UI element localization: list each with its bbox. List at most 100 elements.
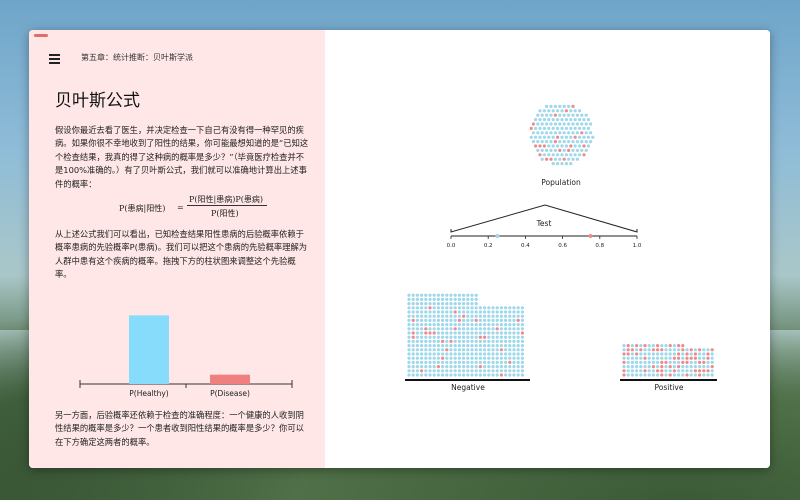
result-dot — [432, 344, 436, 348]
result-dot — [436, 331, 440, 335]
result-dot — [508, 365, 512, 369]
prior-bar-phealthy[interactable] — [129, 315, 169, 384]
result-dot — [466, 293, 470, 297]
result-dot — [672, 360, 676, 364]
result-dot — [420, 360, 424, 364]
population-dot — [571, 122, 575, 126]
menu-icon[interactable] — [49, 54, 60, 64]
result-dot — [466, 327, 470, 331]
prior-bar-pdisease[interactable] — [210, 374, 250, 384]
result-dot — [630, 373, 634, 377]
result-dot — [436, 335, 440, 339]
result-dot — [639, 344, 643, 348]
result-dot — [656, 373, 660, 377]
result-dot — [516, 339, 520, 343]
result-dot — [512, 323, 516, 327]
result-dot — [424, 302, 428, 306]
population-dot — [551, 144, 555, 148]
result-dot — [478, 327, 482, 331]
result-dot — [457, 369, 461, 373]
result-dot — [483, 331, 487, 335]
result-dot — [504, 365, 508, 369]
result-dot — [407, 369, 411, 373]
result-dot — [453, 327, 457, 331]
prior-bar-chart[interactable]: P(Healthy) P(Disease) — [76, 298, 296, 398]
specificity-handle[interactable] — [495, 234, 500, 238]
result-dot — [677, 360, 681, 364]
result-dot — [651, 365, 655, 369]
result-dot — [411, 327, 415, 331]
result-dot — [491, 352, 495, 356]
result-dot — [407, 323, 411, 327]
result-dot — [415, 348, 419, 352]
result-dot — [622, 369, 626, 373]
result-dot — [478, 356, 482, 360]
result-dot — [487, 373, 491, 377]
result-dot — [710, 369, 714, 373]
population-dot — [556, 162, 560, 166]
formula-lhs: P(患病|阳性) — [119, 204, 166, 213]
result-dot — [656, 360, 660, 364]
population-dot — [547, 109, 551, 113]
result-dot — [428, 365, 432, 369]
result-dot — [504, 318, 508, 322]
result-dot — [470, 373, 474, 377]
result-dot — [415, 302, 419, 306]
result-dot — [516, 373, 520, 377]
result-dot — [702, 348, 706, 352]
result-dot — [457, 318, 461, 322]
result-dot — [415, 352, 419, 356]
result-dot — [483, 310, 487, 314]
result-dot — [639, 365, 643, 369]
result-dot — [470, 302, 474, 306]
result-dot — [495, 348, 499, 352]
result-dot — [432, 360, 436, 364]
population-dot — [580, 148, 584, 152]
result-dot — [407, 302, 411, 306]
result-dot — [643, 352, 647, 356]
result-dot — [516, 360, 520, 364]
result-dot — [495, 339, 499, 343]
population-dot — [545, 122, 549, 126]
result-dot — [470, 360, 474, 364]
result-dot — [407, 331, 411, 335]
result-dot — [411, 331, 415, 335]
result-dot — [462, 369, 466, 373]
result-dot — [689, 360, 693, 364]
result-dot — [478, 339, 482, 343]
population-dot — [567, 113, 571, 117]
population-dot — [538, 118, 542, 122]
result-dot — [512, 356, 516, 360]
result-dot — [499, 306, 503, 310]
formula-numerator: P(阳性|患病)P(患病) — [189, 195, 263, 204]
sensitivity-handle[interactable] — [588, 234, 593, 238]
result-dot — [672, 352, 676, 356]
result-dot — [689, 373, 693, 377]
result-dot — [462, 335, 466, 339]
result-dot — [470, 310, 474, 314]
result-dot — [474, 344, 478, 348]
result-dot — [487, 314, 491, 318]
result-dot — [466, 360, 470, 364]
result-dot — [685, 369, 689, 373]
result-dot — [693, 373, 697, 377]
result-dot — [470, 369, 474, 373]
result-dot — [702, 356, 706, 360]
result-dot — [420, 293, 424, 297]
result-dot — [478, 306, 482, 310]
population-dot — [571, 157, 575, 161]
result-dot — [462, 327, 466, 331]
result-dot — [635, 344, 639, 348]
population-dot — [545, 113, 549, 117]
result-dot — [445, 356, 449, 360]
result-dot — [508, 369, 512, 373]
population-dot — [582, 126, 586, 130]
result-dot — [491, 369, 495, 373]
result-dot — [504, 344, 508, 348]
result-dot — [520, 327, 524, 331]
result-dot — [672, 373, 676, 377]
result-dot — [668, 344, 672, 348]
result-dot — [415, 335, 419, 339]
result-dot — [415, 331, 419, 335]
result-dot — [424, 348, 428, 352]
